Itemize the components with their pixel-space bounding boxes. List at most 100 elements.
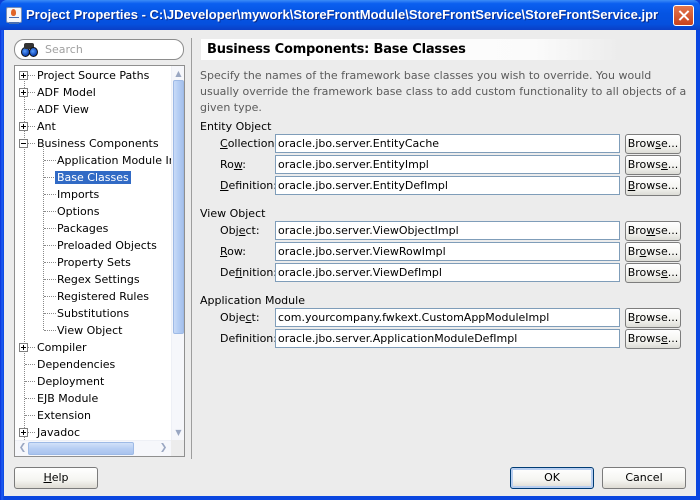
tree-item[interactable]: Substitutions [55, 305, 131, 322]
tree-item-label: Application Module Inst [57, 154, 185, 167]
browse-button-label: Browse... [627, 179, 679, 192]
tree-item-label: Base Classes [55, 171, 131, 184]
browse-button[interactable]: Browse... [625, 308, 681, 328]
browse-button-label: Browse... [627, 137, 679, 150]
expand-plus-icon[interactable] [19, 343, 28, 352]
pane-splitter[interactable] [191, 38, 192, 459]
collapse-minus-icon[interactable] [19, 139, 28, 148]
scroll-down-arrow-icon[interactable]: ▼ [172, 426, 184, 439]
window-title: Project Properties - C:\JDeveloper\mywor… [26, 7, 659, 22]
field-label: Definition: [220, 179, 277, 192]
page-header: Business Components: Base Classes [201, 39, 619, 60]
tree-item-label: EJB Module [37, 392, 99, 405]
tree-item[interactable]: Preloaded Objects [55, 237, 159, 254]
class-name-input[interactable] [275, 308, 620, 327]
scroll-up-arrow-icon[interactable]: ▲ [172, 67, 184, 80]
tree-item[interactable]: Javadoc [35, 424, 82, 441]
browse-button[interactable]: Browse... [625, 155, 681, 175]
expand-plus-icon[interactable] [19, 122, 28, 131]
resize-grip[interactable] [685, 485, 695, 495]
tree-item[interactable]: EJB Module [35, 390, 100, 407]
tree-item-label: Dependencies [37, 358, 116, 371]
search-field[interactable] [14, 39, 184, 60]
tree-item[interactable]: Ant [35, 118, 58, 135]
tree-connector [25, 398, 35, 399]
tree-item[interactable]: Property Sets [55, 254, 133, 271]
tree-item[interactable]: Imports [55, 186, 101, 203]
tree-item-label: Substitutions [57, 307, 130, 320]
browse-button-label: Browse... [627, 245, 679, 258]
tree-item[interactable]: Business Components [35, 135, 161, 152]
tree-item[interactable]: Application Module Inst [55, 152, 185, 169]
tree-item[interactable]: Regex Settings [55, 271, 142, 288]
class-name-input[interactable] [275, 242, 620, 261]
horizontal-scrollbar[interactable]: ❮ ❯ [15, 440, 172, 456]
browse-button-label: Browse... [627, 332, 679, 345]
tree-item[interactable]: Dependencies [35, 356, 117, 373]
tree-item-label: Deployment [37, 375, 105, 388]
tree-item-label: Extension [37, 409, 92, 422]
field-label: Row: [220, 158, 247, 171]
tree-item[interactable]: Base Classes [55, 169, 131, 186]
tree-item-label: ADF View [37, 103, 89, 116]
tree-item[interactable]: ADF View [35, 101, 91, 118]
field-label: Definition: [220, 332, 277, 345]
tree-connector [25, 415, 35, 416]
cancel-button[interactable]: Cancel [602, 467, 686, 489]
tree-item[interactable]: Extension [35, 407, 93, 424]
class-name-input[interactable] [275, 221, 620, 240]
cancel-button-label: Cancel [625, 471, 663, 484]
vertical-scroll-thumb[interactable] [173, 80, 184, 334]
vertical-scrollbar[interactable]: ▲ ▼ [171, 66, 184, 440]
expand-plus-icon[interactable] [19, 88, 28, 97]
tree-item[interactable]: Project Source Paths [35, 67, 151, 84]
tree-item[interactable]: Options [55, 203, 101, 220]
help-button[interactable]: Help [14, 467, 98, 489]
tree-item-label: Project Source Paths [37, 69, 150, 82]
page-description: Specify the names of the framework base … [200, 69, 687, 114]
tree-item-label: Business Components [37, 137, 159, 150]
class-name-input[interactable] [275, 134, 620, 153]
tree-item[interactable]: ADF Model [35, 84, 98, 101]
help-button-label: Help [43, 471, 69, 484]
title-bar[interactable]: Project Properties - C:\JDeveloper\mywor… [0, 0, 700, 30]
class-name-input[interactable] [275, 329, 620, 348]
tree-item[interactable]: View Object [55, 322, 124, 339]
browse-button[interactable]: Browse... [625, 263, 681, 283]
class-name-input[interactable] [275, 263, 620, 282]
navigation-tree: Project Source Paths ADF Model ADF View Ant… [14, 65, 185, 457]
tree-item[interactable]: Compiler [35, 339, 89, 356]
browse-button[interactable]: Browse... [625, 134, 681, 154]
tree-item-label: Packages [57, 222, 109, 235]
browse-button-label: Browse... [627, 311, 679, 324]
class-name-input[interactable] [275, 176, 620, 195]
group-label: Application Module [200, 294, 305, 307]
tree-item[interactable]: Packages [55, 220, 110, 237]
expand-plus-icon[interactable] [19, 428, 28, 437]
dialog-window: Project Properties - C:\JDeveloper\mywor… [0, 0, 700, 500]
class-name-input[interactable] [275, 155, 620, 174]
tree-item[interactable]: Deployment [35, 373, 106, 390]
tree-item-label: View Object [57, 324, 123, 337]
horizontal-scroll-thumb[interactable] [28, 442, 134, 455]
field-label: Collection: [220, 137, 279, 150]
browse-button[interactable]: Browse... [625, 221, 681, 241]
ok-button[interactable]: OK [510, 467, 594, 489]
browse-button[interactable]: Browse... [625, 242, 681, 262]
tree-item-label: Options [57, 205, 100, 218]
browse-button[interactable]: Browse... [625, 329, 681, 349]
scroll-right-arrow-icon[interactable]: ❯ [157, 442, 170, 455]
field-label: Definition: [220, 266, 277, 279]
ok-button-label: OK [544, 471, 560, 484]
browse-button[interactable]: Browse... [625, 176, 681, 196]
browse-button-label: Browse... [627, 158, 679, 171]
search-input[interactable] [45, 42, 175, 57]
page-title: Business Components: Base Classes [207, 42, 466, 57]
scroll-corner [171, 440, 184, 456]
tree-item[interactable]: Registered Rules [55, 288, 151, 305]
close-button[interactable] [673, 5, 694, 26]
browse-button-label: Browse... [627, 266, 679, 279]
expand-plus-icon[interactable] [19, 71, 28, 80]
field-label: Object: [220, 224, 260, 237]
dialog-content: Project Source Paths ADF Model ADF View Ant… [4, 30, 696, 496]
